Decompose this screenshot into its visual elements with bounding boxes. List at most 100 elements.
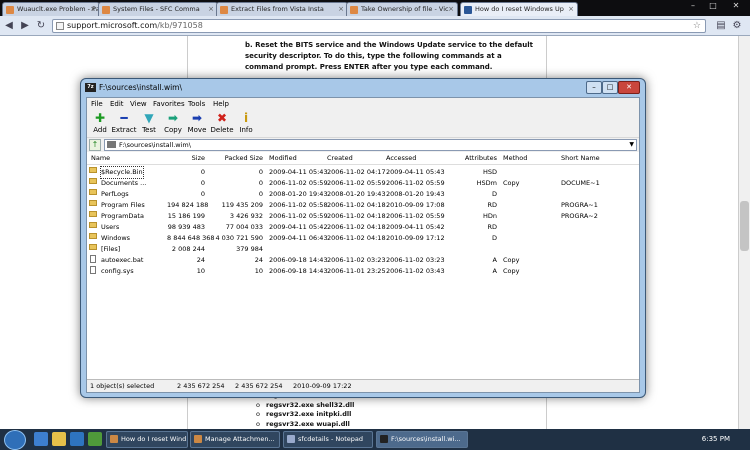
forward-icon[interactable]: ▶ [18, 19, 32, 33]
browser-tab-4[interactable]: Take Ownership of file - Vic × [346, 2, 458, 16]
table-row[interactable]: PerfLogs 0 0 2008-01-20 19:43 2008-01-20 19:… [87, 189, 639, 200]
folder-up-icon[interactable]: ↑ [89, 139, 101, 151]
start-button[interactable] [4, 430, 26, 450]
page-scrollbar[interactable] [738, 36, 750, 434]
table-row[interactable]: Documents ... 0 0 2006-11-02 05:59 2006-11-0… [87, 178, 639, 189]
col-size[interactable]: Size [167, 152, 205, 165]
close-icon[interactable]: × [448, 3, 454, 16]
cell-accessed: 2006-11-02 03:43 [386, 267, 445, 275]
minimize-icon[interactable]: – [684, 1, 702, 13]
browser-tab-2[interactable]: System Files - SFC Comma × [98, 2, 218, 16]
add-button[interactable]: ✚ Add [87, 111, 113, 137]
maximize-icon[interactable]: □ [602, 81, 618, 94]
close-window-icon[interactable]: ✕ [726, 1, 746, 13]
cell-packed: 0 [258, 190, 263, 198]
chrome-icon [110, 435, 118, 443]
clock[interactable]: 6:35 PM [702, 435, 730, 443]
media-icon[interactable] [70, 432, 84, 446]
task-notepad[interactable]: sfcdetails - Notepad [283, 431, 373, 448]
cell-attr: D [491, 234, 497, 242]
tab-label: How do I reset Windows Up [475, 5, 564, 13]
browser-tab-1[interactable]: Wuauclt.exe Problem - Pag × [2, 2, 100, 16]
menu-file[interactable]: File [91, 98, 103, 110]
cell-created: 2006-11-02 05:59 [327, 179, 386, 187]
cell-modified: 2006-11-02 05:58 [269, 201, 328, 209]
table-row[interactable]: Users 98 939 483 77 004 033 2009-04-11 05:4… [87, 222, 639, 233]
notepad-icon [287, 435, 295, 443]
test-icon: ▼ [144, 111, 154, 125]
step-b-text: b. Reset the BITS service and the Window… [245, 41, 533, 71]
close-icon[interactable]: × [338, 3, 344, 16]
menu-edit[interactable]: Edit [110, 98, 124, 110]
cell-method: Copy [503, 256, 520, 264]
table-row[interactable]: Windows 8 844 648 368 4 030 721 590 2009-04… [87, 233, 639, 244]
table-row[interactable]: ProgramData 15 186 199 3 426 932 2006-11-02… [87, 211, 639, 222]
folder-icon [89, 189, 97, 195]
test-label: Test [142, 126, 156, 134]
path-input[interactable]: F:\sources\install.wim\ ▼ [104, 139, 637, 151]
cell-accessed: 2010-09-09 17:12 [386, 234, 445, 242]
browser-tab-5[interactable]: How do I reset Windows Up × [460, 2, 578, 16]
col-attributes[interactable]: Attributes [457, 152, 497, 165]
path-bar: ↑ F:\sources\install.wim\ ▼ [87, 138, 639, 152]
cell-created: 2006-11-02 04:18 [327, 234, 386, 242]
extract-button[interactable]: ━ Extract [111, 111, 137, 137]
close-icon[interactable]: × [208, 3, 214, 16]
move-icon: ➡ [191, 111, 203, 125]
info-button[interactable]: i Info [233, 111, 259, 137]
menu-help[interactable]: Help [213, 98, 229, 110]
url-path: /kb/971058 [157, 21, 203, 30]
task-attachments[interactable]: Manage Attachmen... [190, 431, 280, 448]
file-list-header: Name Size Packed Size Modified Created A… [87, 152, 639, 165]
url-input[interactable]: support.microsoft.com/kb/971058 ☆ [52, 19, 706, 33]
table-row[interactable]: autoexec.bat 24 24 2006-09-18 14:43 2006-11-… [87, 255, 639, 266]
test-button[interactable]: ▼ Test [136, 111, 162, 137]
back-icon[interactable]: ◀ [2, 19, 16, 33]
sevenzip-icon [380, 435, 388, 443]
wrench-icon[interactable]: ⚙ [730, 19, 744, 33]
col-modified[interactable]: Modified [269, 152, 297, 165]
page-menu-icon[interactable]: ▤ [714, 19, 728, 33]
ie-icon[interactable] [34, 432, 48, 446]
col-method[interactable]: Method [503, 152, 527, 165]
col-short-name[interactable]: Short Name [561, 152, 600, 165]
list-item: regsvr32.exe shell32.dll [256, 401, 354, 411]
table-row[interactable]: config.sys 10 10 2006-09-18 14:43 2006-11-01… [87, 266, 639, 277]
scrollbar-thumb[interactable] [740, 201, 749, 251]
chevron-down-icon[interactable]: ▼ [629, 140, 634, 150]
cell-short: DOCUME~1 [561, 179, 600, 187]
task-browser[interactable]: How do I reset Wind... [106, 431, 188, 448]
extract-label: Extract [111, 126, 137, 134]
menu-favorites[interactable]: Favorites [153, 98, 185, 110]
delete-label: Delete [210, 126, 234, 134]
table-row[interactable]: Program Files 194 824 188 119 435 209 2006-… [87, 200, 639, 211]
col-packed-size[interactable]: Packed Size [215, 152, 263, 165]
cell-size: 10 [196, 267, 205, 275]
col-name[interactable]: Name [91, 152, 110, 165]
close-icon[interactable]: ✕ [618, 81, 640, 94]
window-titlebar[interactable]: 7z F:\sources\install.wim\ [81, 79, 645, 97]
extract-icon: ━ [120, 111, 128, 125]
close-icon[interactable]: × [568, 3, 574, 16]
table-row[interactable]: $Recycle.Bin 0 0 2009-04-11 05:43 2006-11-02… [87, 166, 639, 179]
maximize-icon[interactable]: □ [704, 1, 722, 13]
close-icon[interactable]: × [90, 3, 96, 16]
move-button[interactable]: ➡ Move [184, 111, 210, 137]
table-row[interactable]: [Files] 2 008 244 379 984 [87, 244, 639, 255]
menu-view[interactable]: View [130, 98, 147, 110]
chrome-icon [194, 435, 202, 443]
delete-button[interactable]: ✖ Delete [209, 111, 235, 137]
cell-name: [Files] [101, 245, 121, 253]
explorer-icon[interactable] [52, 432, 66, 446]
menu-tools[interactable]: Tools [188, 98, 205, 110]
bookmark-star-icon[interactable]: ☆ [693, 20, 701, 32]
url-host: support.microsoft.com [67, 21, 158, 30]
minimize-icon[interactable]: – [586, 81, 602, 94]
chrome-icon[interactable] [88, 432, 102, 446]
copy-button[interactable]: ➡ Copy [160, 111, 186, 137]
col-created[interactable]: Created [327, 152, 353, 165]
task-sevenzip[interactable]: F:\sources\install.wi... [376, 431, 468, 448]
browser-tab-3[interactable]: Extract Files from Vista Insta × [216, 2, 348, 16]
col-accessed[interactable]: Accessed [386, 152, 416, 165]
reload-icon[interactable]: ↻ [34, 19, 48, 33]
